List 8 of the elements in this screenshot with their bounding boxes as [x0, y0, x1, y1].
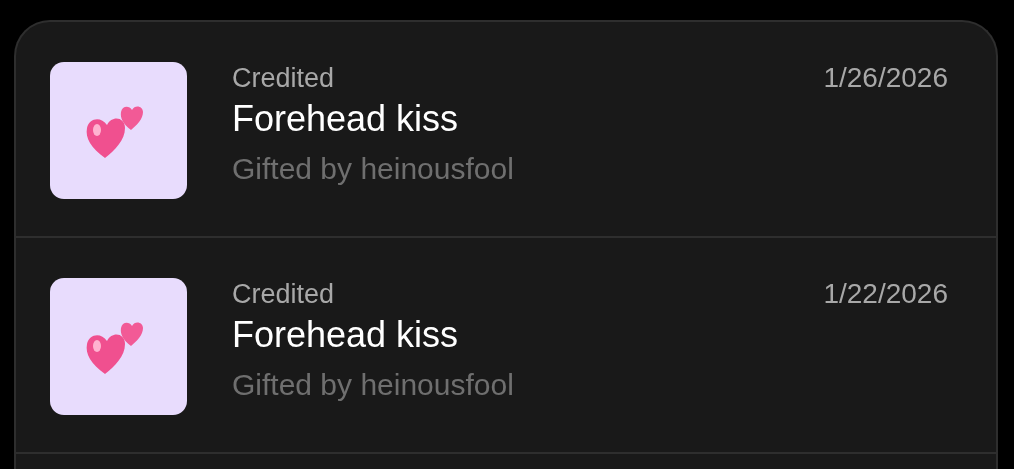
- date-label: 1/26/2026: [823, 62, 948, 94]
- gift-title: Forehead kiss: [232, 97, 460, 141]
- status-label: Credited: [232, 62, 335, 94]
- gift-title: Forehead kiss: [232, 313, 460, 357]
- gifter-label: Gifted by heinousfool: [232, 367, 515, 403]
- status-label: Credited: [232, 278, 335, 310]
- gifter-label: Gifted by heinousfool: [232, 151, 515, 187]
- date-label: 1/22/2026: [823, 278, 948, 310]
